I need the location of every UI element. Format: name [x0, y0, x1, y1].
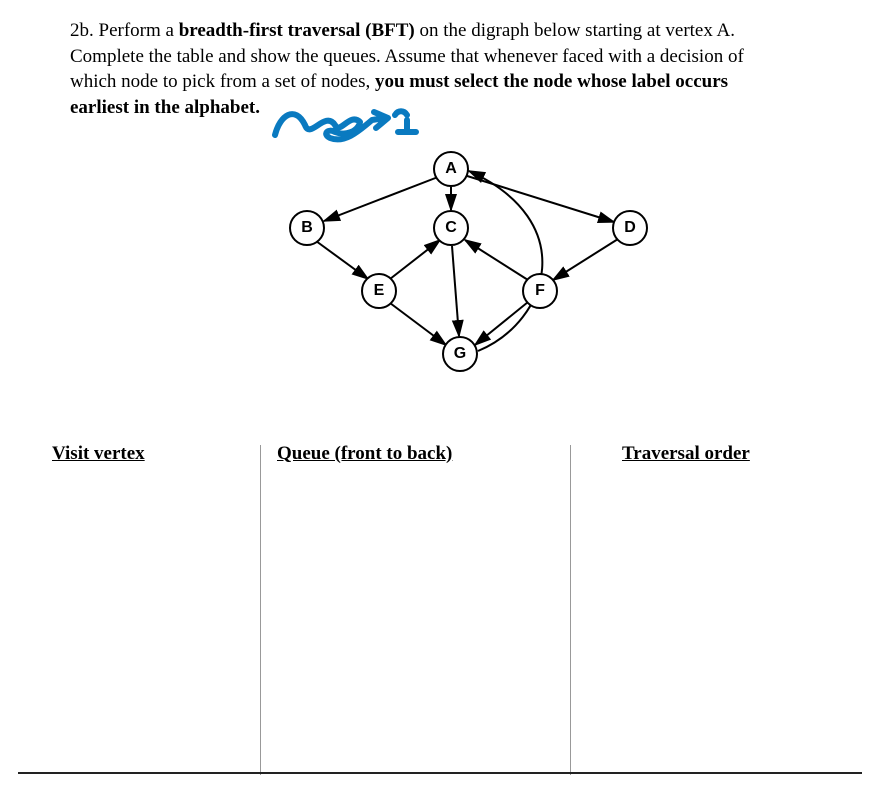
vertex-a-label: A: [445, 160, 457, 178]
column-divider-2: [570, 445, 571, 775]
digraph-figure: A B C D E F G: [190, 151, 690, 391]
vertex-b-label: B: [301, 219, 313, 237]
q-line1-post: on the digraph below starting at vertex …: [415, 20, 735, 41]
question-text: 2b. Perform a breadth-first traversal (B…: [70, 18, 804, 121]
header-queue: Queue (front to back): [277, 443, 452, 465]
q-number: 2b.: [70, 20, 94, 41]
header-visit-vertex: Visit vertex: [52, 443, 145, 465]
edges-svg: [190, 151, 690, 391]
vertex-c-label: C: [445, 219, 457, 237]
q-line3-pre: which node to pick from a set of nodes,: [70, 71, 375, 92]
bottom-border: [18, 772, 862, 774]
vertex-d-label: D: [624, 219, 636, 237]
vertex-f: F: [522, 273, 558, 309]
vertex-g: G: [442, 336, 478, 372]
vertex-a: A: [433, 151, 469, 187]
vertex-e: E: [361, 273, 397, 309]
header-traversal-order: Traversal order: [622, 443, 750, 465]
vertex-b: B: [289, 210, 325, 246]
vertex-f-label: F: [535, 282, 545, 300]
vertex-e-label: E: [374, 282, 385, 300]
q-line1-pre: Perform a: [99, 20, 179, 41]
page: 2b. Perform a breadth-first traversal (B…: [0, 0, 874, 802]
q-line3-bold: you must select the node whose label occ…: [375, 71, 728, 92]
vertex-c: C: [433, 210, 469, 246]
column-divider-1: [260, 445, 261, 775]
vertex-d: D: [612, 210, 648, 246]
vertex-g-label: G: [454, 345, 466, 363]
q-line4-bold: earliest in the alphabet.: [70, 97, 260, 118]
q-line1-bold: breadth-first traversal (BFT): [179, 20, 415, 41]
q-line2: Complete the table and show the queues. …: [70, 46, 744, 67]
